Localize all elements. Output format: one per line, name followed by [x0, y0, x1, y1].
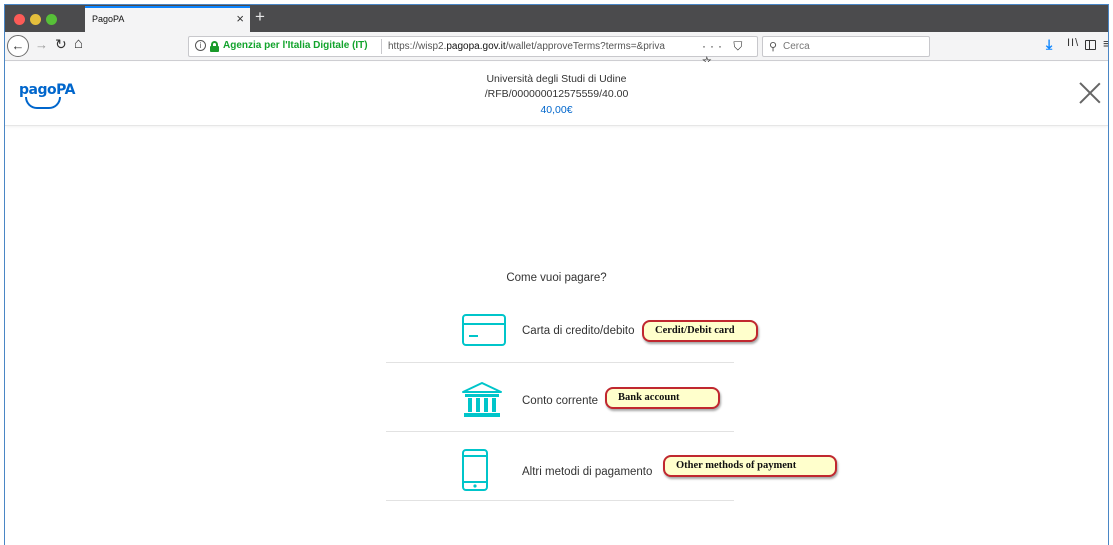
reload-icon[interactable]: ↻ [55, 36, 67, 53]
tab-strip: PagoPA × + [5, 5, 1108, 32]
annotation-other-methods: Other methods of payment [663, 455, 837, 477]
smartphone-icon [462, 449, 488, 491]
home-icon[interactable]: ⌂ [74, 35, 83, 52]
close-icon[interactable] [1079, 82, 1101, 104]
payment-question: Come vuoi pagare? [506, 272, 607, 284]
url-separator [381, 39, 382, 54]
lock-icon[interactable] [210, 41, 219, 52]
download-icon[interactable]: ⤓ [1046, 36, 1052, 53]
sidebar-icon[interactable] [1085, 40, 1096, 50]
payment-amount: 40,00€ [540, 104, 573, 116]
library-icon[interactable]: II\ [1067, 37, 1079, 49]
url-text[interactable]: https://wisp2.pagopa.gov.it/wallet/appro… [388, 41, 688, 52]
forward-icon[interactable]: → [35, 37, 48, 52]
close-window-button[interactable] [14, 14, 25, 25]
site-identity[interactable]: Agenzia per l'Italia Digitale (IT) [223, 40, 368, 51]
browser-window: PagoPA × + ← → ↻ ⌂ i Agenzia per l'Itali… [4, 4, 1109, 545]
method-label: Altri metodi di pagamento [522, 466, 653, 478]
minimize-window-button[interactable] [30, 14, 41, 25]
annotation-bank-account: Bank account [605, 387, 720, 409]
method-label: Conto corrente [522, 395, 599, 407]
payment-header: pagoPA Università degli Studi di Udine /… [5, 62, 1108, 126]
tab-close-icon[interactable]: × [236, 11, 244, 27]
annotation-credit-card: Cerdit/Debit card [642, 320, 758, 342]
credit-card-icon [462, 314, 506, 346]
maximize-window-button[interactable] [46, 14, 57, 25]
bank-icon [462, 382, 502, 417]
payment-summary: Università degli Studi di Udine /RFB/000… [5, 72, 1108, 118]
new-tab-button[interactable]: + [255, 7, 265, 27]
search-bar[interactable]: ⚲ Cerca [762, 36, 930, 57]
back-icon[interactable]: ← [7, 35, 29, 57]
method-label: Carta di credito/debito [522, 325, 635, 337]
navigation-toolbar: ← → ↻ ⌂ i Agenzia per l'Italia Digitale … [5, 32, 1108, 68]
tab-pagopa[interactable]: PagoPA × [85, 6, 250, 32]
search-icon: ⚲ [769, 41, 778, 53]
menu-icon[interactable]: ≡ [1103, 36, 1108, 51]
url-bar[interactable]: i Agenzia per l'Italia Digitale (IT) htt… [188, 36, 758, 68]
organization-name: Università degli Studi di Udine [486, 73, 627, 85]
info-icon[interactable]: i [195, 40, 206, 51]
tab-title: PagoPA [92, 14, 125, 24]
payment-reference: /RFB/000000012575559/40.00 [484, 88, 629, 100]
search-placeholder: Cerca [783, 41, 810, 52]
